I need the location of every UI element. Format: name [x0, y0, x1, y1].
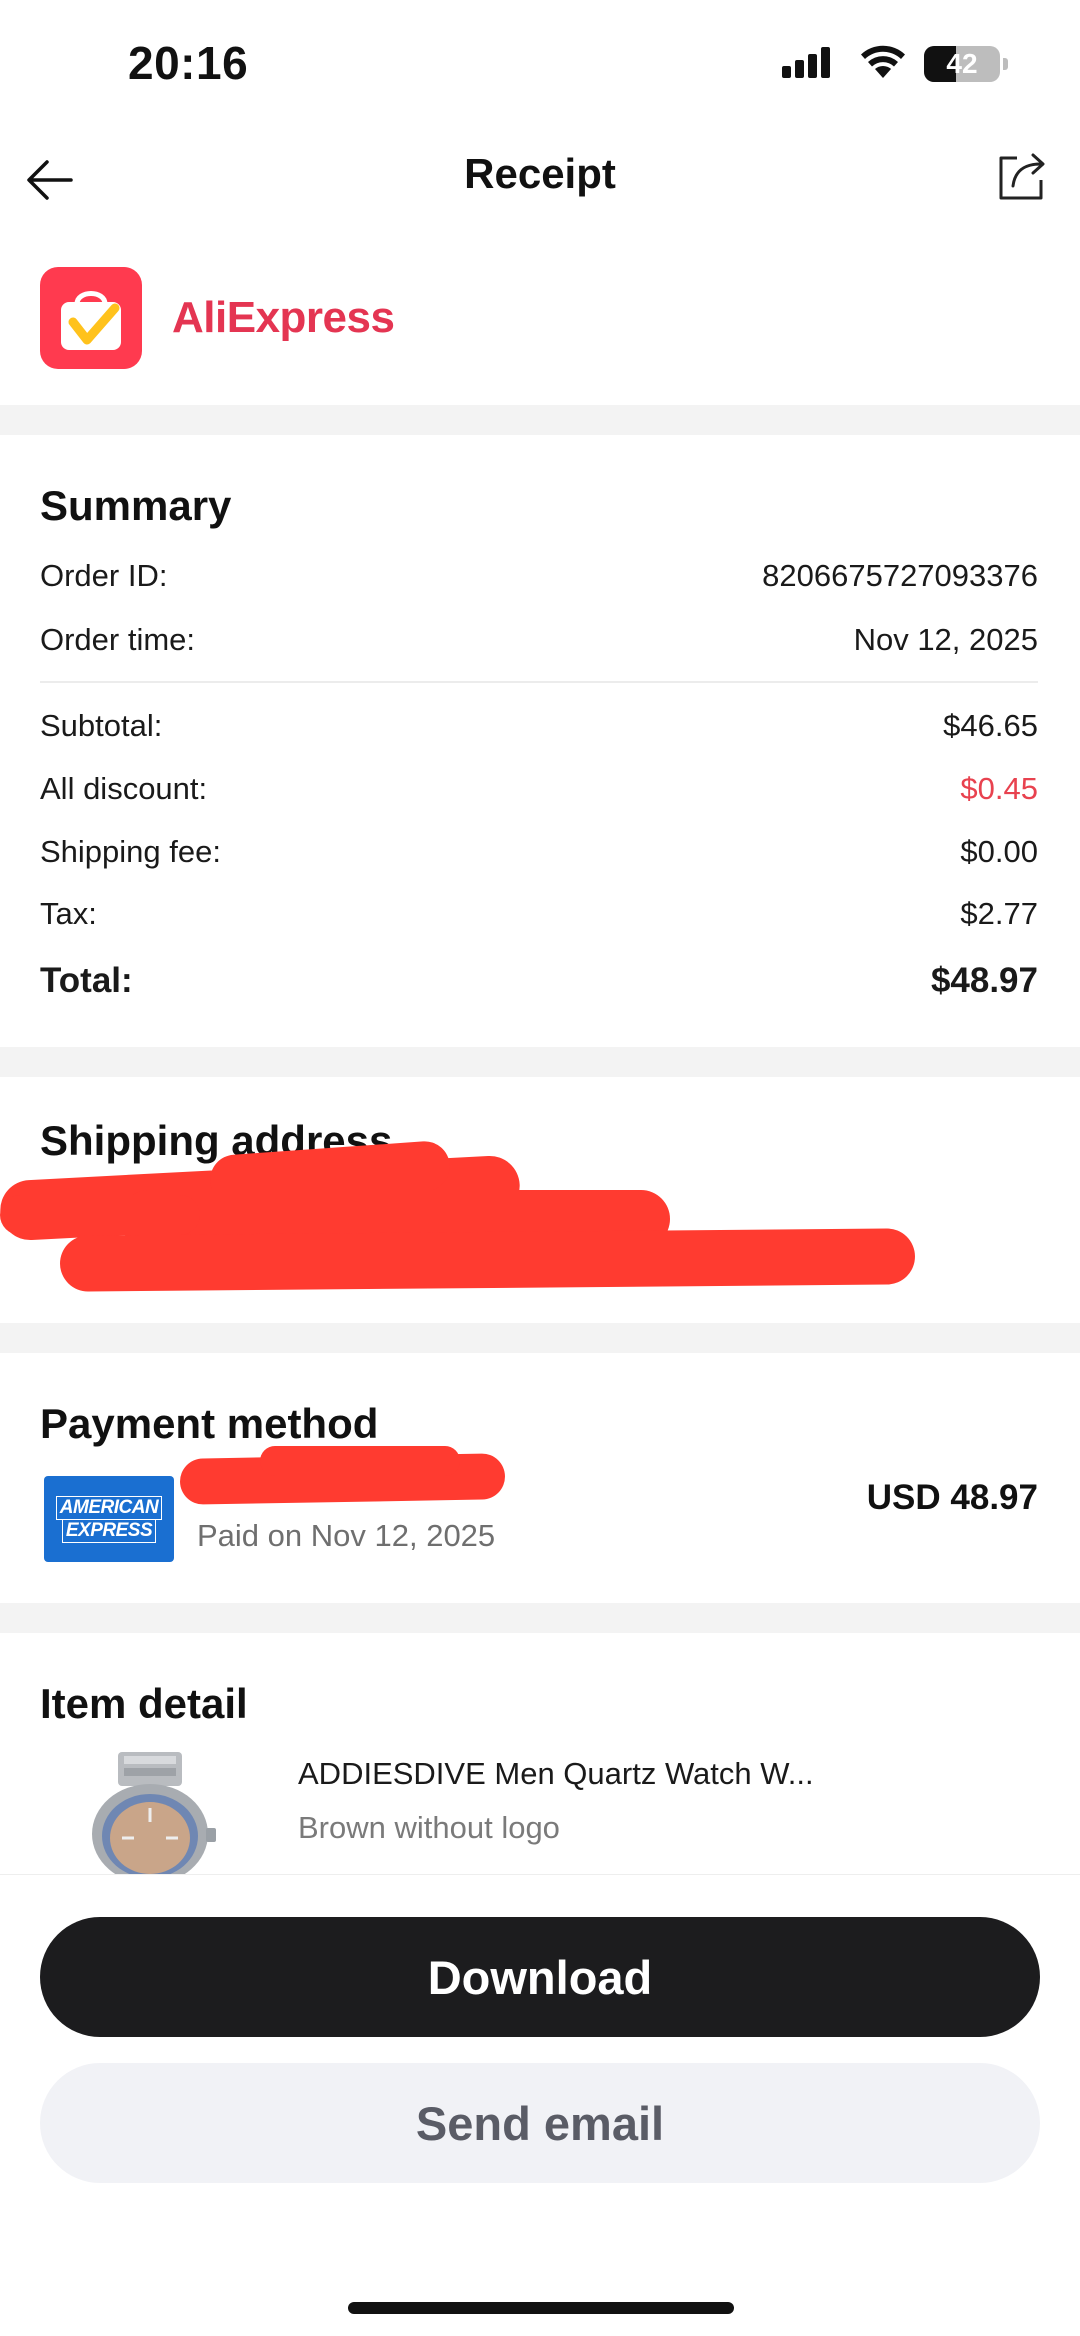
section-gap	[0, 1323, 1080, 1353]
amex-logo-line1: AMERICAN	[55, 1495, 163, 1520]
subtotal-label: Subtotal:	[40, 708, 163, 743]
battery-nub	[1003, 58, 1008, 70]
total-label: Total:	[40, 961, 133, 1000]
discount-row: All discount: $0.45	[40, 765, 1038, 813]
page-title: Receipt	[464, 150, 616, 197]
status-bar: 20:16 42	[0, 0, 1080, 130]
amex-logo-line2: EXPRESS	[61, 1518, 157, 1543]
send-email-button[interactable]: Send email	[40, 2063, 1040, 2183]
order-id-label: Order ID:	[40, 558, 168, 593]
order-id-row: Order ID: 8206675727093376	[40, 552, 1038, 600]
section-gap	[0, 1603, 1080, 1633]
item-thumbnail[interactable]	[70, 1752, 230, 1874]
share-icon	[999, 153, 1045, 200]
summary-title: Summary	[40, 482, 232, 529]
discount-label: All discount:	[40, 771, 208, 806]
shipping-fee-label: Shipping fee:	[40, 834, 221, 869]
download-button[interactable]: Download	[40, 1917, 1040, 2037]
summary-divider	[40, 681, 1038, 683]
order-time-label: Order time:	[40, 622, 196, 657]
aliexpress-logo-icon	[40, 267, 142, 369]
cellular-signal-icon	[782, 44, 842, 85]
tax-row: Tax: $2.77	[40, 890, 1038, 938]
shipping-fee-row: Shipping fee: $0.00	[40, 828, 1038, 876]
battery-level: 42	[946, 48, 978, 79]
home-indicator[interactable]	[348, 2302, 734, 2314]
discount-value: $0.45	[960, 771, 1038, 806]
tax-label: Tax:	[40, 896, 97, 931]
brand-header: AliExpress	[40, 266, 395, 370]
status-time: 20:16	[128, 37, 249, 89]
payment-date: Paid on Nov 12, 2025	[197, 1518, 496, 1553]
wifi-icon	[860, 45, 906, 84]
item-name[interactable]: ADDIESDIVE Men Quartz Watch W...	[298, 1756, 814, 1792]
section-gap	[0, 1047, 1080, 1077]
order-time-value: Nov 12, 2025	[853, 622, 1038, 657]
total-row: Total: $48.97	[40, 957, 1038, 1005]
item-variant: Brown without logo	[298, 1810, 560, 1845]
total-value: $48.97	[930, 961, 1038, 1000]
brand-name: AliExpress	[172, 293, 395, 342]
amex-card-logo: AMERICAN EXPRESS	[44, 1476, 174, 1562]
subtotal-row: Subtotal: $46.65	[40, 702, 1038, 750]
tax-value: $2.77	[960, 896, 1038, 931]
payment-amount: USD 48.97	[866, 1478, 1038, 1517]
payment-title: Payment method	[40, 1400, 379, 1447]
share-button[interactable]	[990, 144, 1054, 208]
battery-icon: 42	[924, 46, 1008, 82]
order-time-row: Order time: Nov 12, 2025	[40, 616, 1038, 664]
section-gap	[0, 405, 1080, 435]
nav-header: Receipt	[0, 130, 1080, 230]
status-icons: 42	[782, 44, 1008, 85]
item-detail-title: Item detail	[40, 1680, 248, 1727]
shipping-fee-value: $0.00	[960, 834, 1038, 869]
subtotal-value: $46.65	[943, 708, 1038, 743]
order-id-value[interactable]: 8206675727093376	[762, 558, 1038, 594]
